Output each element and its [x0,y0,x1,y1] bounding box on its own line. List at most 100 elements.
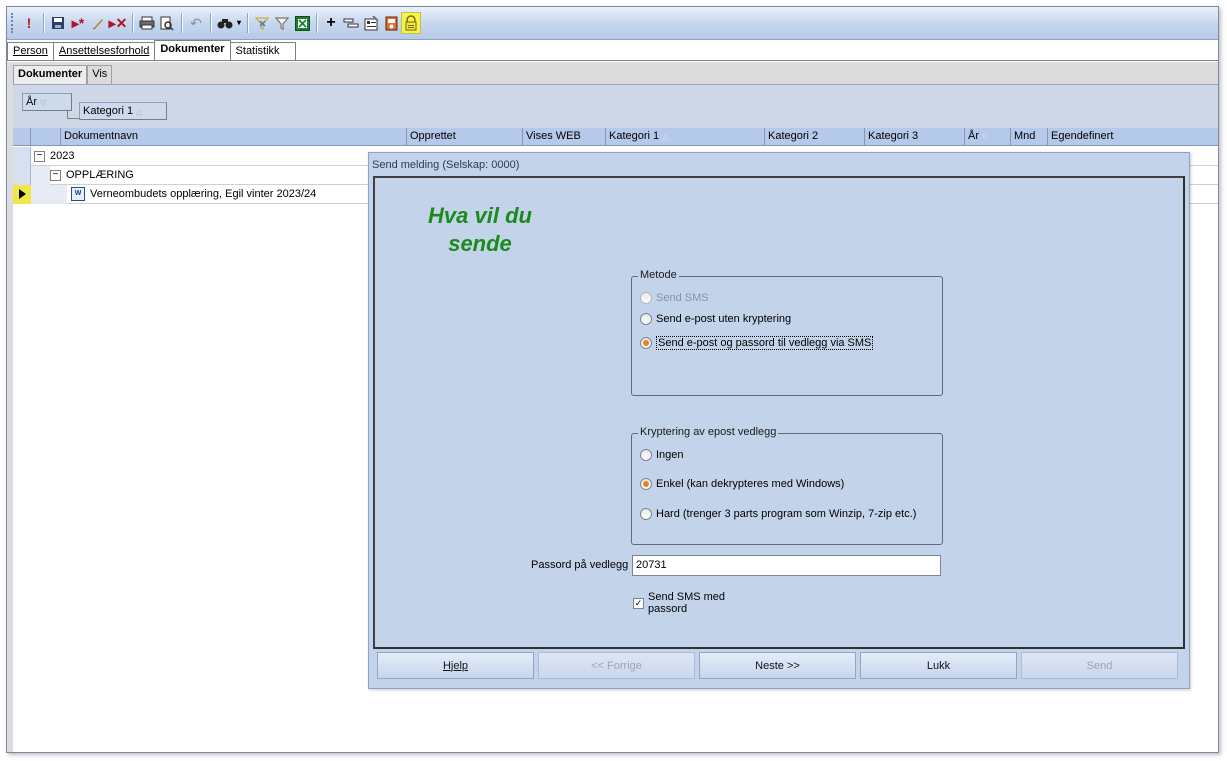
chevron-down-icon[interactable]: ▾ [235,12,243,34]
dialog-button-bar: Hjelp << Forrige Neste >> Lukk Send [377,652,1183,680]
column-dokumentnavn[interactable]: Dokumentnavn [61,128,407,146]
help-button[interactable]: Hjelp [377,652,534,679]
group-category-label: OPPLÆRING [66,169,134,181]
method-send-sms[interactable]: Send SMS [640,292,709,304]
add-icon[interactable]: + [321,12,341,34]
subtab-vis[interactable]: Vis [87,65,113,84]
group-by-year[interactable]: År ▽ [22,93,72,111]
tab-dokumenter[interactable]: Dokumenter [154,40,231,60]
method-send-sms-label: Send SMS [656,292,709,304]
encryption-group: Kryptering av epost vedlegg Ingen Enkel … [631,426,943,545]
encryption-simple-label: Enkel (kan dekrypteres med Windows) [656,478,845,490]
encryption-hard-label: Hard (trenger 3 parts program som Winzip… [656,508,917,520]
print-icon[interactable] [137,12,157,34]
group-connector-line [67,111,79,119]
dialog-body: Hva vil du sende Metode Send SMS Send e-… [373,176,1185,649]
save-icon[interactable] [48,12,68,34]
undo-icon[interactable]: ↶ [186,12,206,34]
exclamation-icon[interactable]: ! [19,12,39,34]
toolbar-separator [316,13,317,33]
tab-person[interactable]: Person [7,42,54,60]
sub-tabs: Dokumenter Vis [13,65,113,84]
tab-person-label: Person [13,45,48,57]
sort-up-icon: △ [136,107,143,116]
word-document-icon: W [71,187,85,201]
excel-icon[interactable] [292,12,312,34]
help-button-label: Hjelp [442,659,469,672]
method-email-password-sms[interactable]: Send e-post og passord til vedlegg via S… [640,336,874,350]
collapse-icon[interactable]: − [50,169,61,181]
row-indicator [13,165,31,185]
dialog-title: Send melding (Selskap: 0000) [372,159,520,171]
method-legend: Metode [638,269,679,281]
column-aar[interactable]: År ▽ [965,128,1011,146]
radio-icon [640,337,652,349]
print-preview-icon[interactable] [157,12,177,34]
password-label: Passord på vedlegg [531,559,629,571]
current-row-arrow-icon [13,184,31,204]
sort-down-icon: ▽ [982,132,989,141]
radio-icon [640,313,652,325]
grid-header: Dokumentnavn Opprettet Vises WEB Kategor… [13,128,1218,146]
subtab-dokumenter[interactable]: Dokumenter [13,65,88,84]
fields-icon[interactable] [341,12,361,34]
new-record-icon[interactable]: ▸* [68,12,88,34]
filter-icon[interactable] [272,12,292,34]
filter-clear-icon[interactable] [252,12,272,34]
send-message-dialog: Send melding (Selskap: 0000) Hva vil du … [368,152,1190,689]
header-select [31,128,61,146]
tab-ansettelsesforhold-label: Ansettelsesforhold [58,45,150,57]
radio-icon [640,292,652,304]
column-kategori1[interactable]: Kategori 1 △ [606,128,765,146]
encryption-none-label: Ingen [656,449,684,461]
collapse-icon[interactable]: − [34,150,45,162]
main-tabs: Person Ansettelsesforhold Dokumenter Sta… [7,40,1218,61]
column-egendefinert[interactable]: Egendefinert [1048,128,1218,146]
method-email-no-encryption-label: Send e-post uten kryptering [656,313,792,325]
main-window: ! ▸* ▸✕ ↶ ▾ + Person Ansettelsesforhold … [6,6,1219,753]
next-button[interactable]: Neste >> [699,652,856,679]
sort-up-icon: △ [662,132,669,141]
toolbar-separator [210,13,211,33]
tab-statistikk-label: Statistikk [235,45,280,57]
dialog-heading: Hva vil du sende [428,203,532,256]
encryption-simple[interactable]: Enkel (kan dekrypteres med Windows) [640,478,844,490]
send-button[interactable]: Send [1021,652,1178,679]
header-indicator [13,128,31,146]
properties-icon[interactable] [361,12,381,34]
encryption-legend: Kryptering av epost vedlegg [638,426,779,438]
message-icon[interactable] [401,12,421,34]
method-email-password-sms-label: Send e-post og passord til vedlegg via S… [656,336,874,350]
row-indicator [13,146,31,166]
method-email-no-encryption[interactable]: Send e-post uten kryptering [640,313,791,325]
document-name-cell: Verneombudets opplæring, Egil vinter 202… [90,188,317,200]
tab-ansettelsesforhold[interactable]: Ansettelsesforhold [52,42,156,60]
close-button[interactable]: Lukk [860,652,1017,679]
group-by-area: År ▽ Kategori 1 △ [13,84,1218,128]
sms-password-checkbox[interactable]: ✓ [633,598,644,609]
tab-dokumenter-label: Dokumenter [160,43,225,55]
toolbar-grip[interactable] [11,13,15,33]
group-year-label: 2023 [50,150,75,162]
column-kategori3[interactable]: Kategori 3 [865,128,965,146]
column-vises-web[interactable]: Vises WEB [523,128,606,146]
delete-icon[interactable]: ▸✕ [108,12,128,34]
previous-button[interactable]: << Forrige [538,652,695,679]
group-by-year-label: År [26,96,37,108]
column-mnd[interactable]: Mnd [1011,128,1048,146]
column-opprettet[interactable]: Opprettet [407,128,523,146]
tab-statistikk[interactable]: Statistikk [229,42,296,60]
search-icon[interactable] [215,12,235,34]
password-field[interactable]: 20731 [632,555,941,576]
toolbar: ! ▸* ▸✕ ↶ ▾ + [7,7,1218,40]
toolbar-separator [43,13,44,33]
toolbar-separator [247,13,248,33]
method-group: Metode Send SMS Send e-post uten krypter… [631,269,943,396]
column-kategori2[interactable]: Kategori 2 [765,128,865,146]
encryption-none[interactable]: Ingen [640,449,684,461]
group-by-category1[interactable]: Kategori 1 △ [79,102,167,120]
encryption-hard[interactable]: Hard (trenger 3 parts program som Winzip… [640,508,916,520]
report-icon[interactable] [381,12,401,34]
edit-icon[interactable] [88,12,108,34]
sort-down-icon: ▽ [40,98,47,107]
